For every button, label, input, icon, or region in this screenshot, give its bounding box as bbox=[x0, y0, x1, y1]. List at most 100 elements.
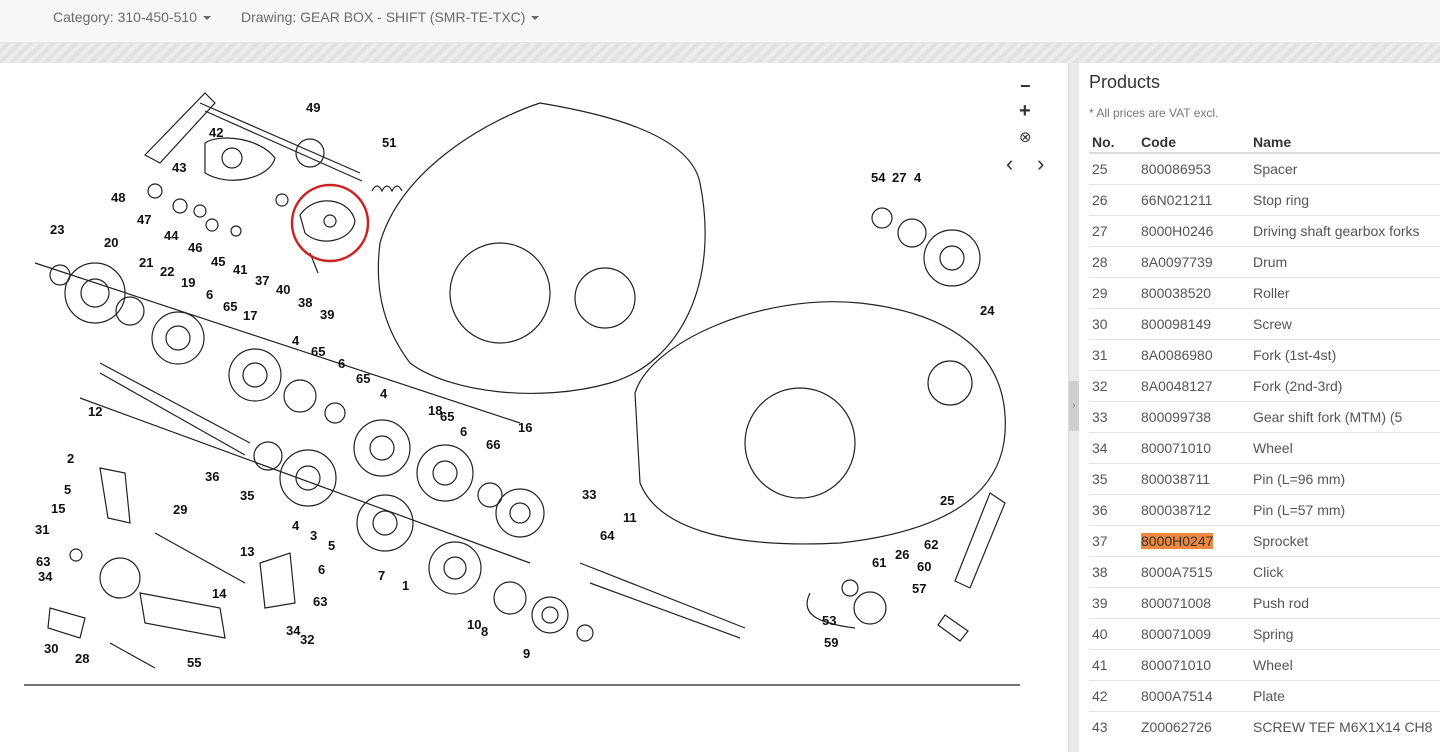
callout-label[interactable]: 6 bbox=[206, 287, 213, 302]
callout-label[interactable]: 25 bbox=[940, 493, 954, 508]
callout-label[interactable]: 26 bbox=[895, 547, 909, 562]
callout-label[interactable]: 62 bbox=[924, 537, 938, 552]
callout-label[interactable]: 4 bbox=[380, 386, 388, 401]
callout-label[interactable]: 13 bbox=[240, 544, 254, 559]
callout-label[interactable]: 5 bbox=[64, 482, 71, 497]
callout-label[interactable]: 65 bbox=[356, 371, 370, 386]
callout-label[interactable]: 34 bbox=[286, 623, 301, 638]
table-row[interactable]: 41 800071010 Wheel bbox=[1089, 649, 1440, 681]
callout-label[interactable]: 21 bbox=[139, 255, 153, 270]
table-row[interactable]: 43 Z00062726 SCREW TEF M6X1X14 CH8 bbox=[1089, 711, 1440, 742]
callout-label[interactable]: 2 bbox=[67, 451, 74, 466]
callout-label[interactable]: 32 bbox=[300, 632, 314, 647]
table-row[interactable]: 34 800071010 Wheel bbox=[1089, 432, 1440, 464]
table-row[interactable]: 28 8A0097739 Drum bbox=[1089, 246, 1440, 278]
table-row[interactable]: 27 8000H0246 Driving shaft gearbox forks bbox=[1089, 215, 1440, 247]
table-row[interactable]: 37 8000H0247 Sprocket bbox=[1089, 525, 1440, 557]
callout-label[interactable]: 4 bbox=[292, 518, 300, 533]
callout-label[interactable]: 49 bbox=[306, 100, 320, 115]
table-row[interactable]: 33 800099738 Gear shift fork (MTM) (5 bbox=[1089, 401, 1440, 433]
table-row[interactable]: 26 66N021211 Stop ring bbox=[1089, 184, 1440, 216]
table-row[interactable]: 39 800071008 Push rod bbox=[1089, 587, 1440, 619]
callout-label[interactable]: 28 bbox=[75, 651, 89, 666]
exploded-parts-diagram[interactable]: 4942514348474446454137403839232021221966… bbox=[0, 63, 1068, 752]
callout-label[interactable]: 51 bbox=[382, 135, 396, 150]
callout-label[interactable]: 3 bbox=[310, 528, 317, 543]
table-row[interactable]: 35 800038711 Pin (L=96 mm) bbox=[1089, 463, 1440, 495]
callout-label[interactable]: 33 bbox=[582, 487, 596, 502]
table-row[interactable]: 38 8000A7515 Click bbox=[1089, 556, 1440, 588]
callout-label[interactable]: 63 bbox=[36, 554, 50, 569]
callout-label[interactable]: 14 bbox=[212, 586, 227, 601]
callout-label[interactable]: 41 bbox=[233, 262, 247, 277]
table-row[interactable]: 30 800098149 Screw bbox=[1089, 308, 1440, 340]
callout-label[interactable]: 16 bbox=[518, 420, 532, 435]
zoom-in-button[interactable]: + bbox=[1019, 101, 1031, 121]
callout-label[interactable]: 46 bbox=[188, 240, 202, 255]
table-row[interactable]: 32 8A0048127 Fork (2nd-3rd) bbox=[1089, 370, 1440, 402]
table-row[interactable]: 36 800038712 Pin (L=57 mm) bbox=[1089, 494, 1440, 526]
callout-label[interactable]: 6 bbox=[338, 356, 345, 371]
callout-label[interactable]: 47 bbox=[137, 212, 151, 227]
callout-label[interactable]: 64 bbox=[600, 528, 615, 543]
callout-label[interactable]: 65 bbox=[311, 344, 325, 359]
callout-label[interactable]: 39 bbox=[320, 307, 334, 322]
callout-label[interactable]: 30 bbox=[44, 641, 58, 656]
callout-label[interactable]: 8 bbox=[481, 624, 488, 639]
collapse-handle-icon[interactable]: › bbox=[1069, 381, 1079, 431]
callout-label[interactable]: 22 bbox=[160, 264, 174, 279]
callout-label[interactable]: 15 bbox=[51, 501, 65, 516]
callout-label[interactable]: 55 bbox=[187, 655, 201, 670]
callout-label[interactable]: 9 bbox=[523, 646, 530, 661]
table-row[interactable]: 31 8A0086980 Fork (1st-4st) bbox=[1089, 339, 1440, 371]
callout-label[interactable]: 65 bbox=[223, 299, 237, 314]
callout-label[interactable]: 60 bbox=[917, 559, 931, 574]
callout-label[interactable]: 40 bbox=[276, 282, 290, 297]
reset-view-button[interactable]: ⊗ bbox=[1019, 129, 1032, 147]
callout-label[interactable]: 35 bbox=[240, 488, 254, 503]
callout-label[interactable]: 6 bbox=[460, 424, 467, 439]
callout-label[interactable]: 63 bbox=[313, 594, 327, 609]
callout-label[interactable]: 43 bbox=[172, 160, 186, 175]
callout-label[interactable]: 37 bbox=[255, 273, 269, 288]
previous-button[interactable]: ‹ bbox=[1006, 153, 1013, 175]
callout-label[interactable]: 29 bbox=[173, 502, 187, 517]
callout-label[interactable]: 42 bbox=[209, 125, 223, 140]
zoom-out-button[interactable]: − bbox=[1020, 77, 1031, 95]
drawing-dropdown[interactable]: Drawing: GEAR BOX - SHIFT (SMR-TE-TXC) bbox=[241, 9, 540, 25]
callout-label[interactable]: 27 bbox=[892, 170, 906, 185]
callout-label[interactable]: 23 bbox=[50, 222, 64, 237]
callout-label[interactable]: 10 bbox=[467, 617, 481, 632]
callout-label[interactable]: 1 bbox=[402, 578, 409, 593]
callout-label[interactable]: 66 bbox=[486, 437, 500, 452]
table-row[interactable]: 42 8000A7514 Plate bbox=[1089, 680, 1440, 712]
callout-label[interactable]: 34 bbox=[38, 569, 53, 584]
callout-label[interactable]: 53 bbox=[822, 613, 836, 628]
callout-label[interactable]: 19 bbox=[181, 275, 195, 290]
callout-label[interactable]: 12 bbox=[88, 404, 102, 419]
callout-label[interactable]: 57 bbox=[912, 581, 926, 596]
next-button[interactable]: › bbox=[1037, 153, 1044, 175]
callout-label[interactable]: 54 bbox=[871, 170, 886, 185]
callout-label[interactable]: 45 bbox=[211, 254, 225, 269]
callout-label[interactable]: 65 bbox=[440, 409, 454, 424]
callout-label[interactable]: 38 bbox=[298, 295, 312, 310]
callout-label[interactable]: 61 bbox=[872, 555, 886, 570]
callout-label[interactable]: 44 bbox=[164, 228, 179, 243]
callout-label[interactable]: 48 bbox=[111, 190, 125, 205]
table-row[interactable]: 25 800086953 Spacer bbox=[1089, 152, 1440, 185]
category-dropdown[interactable]: Category: 310-450-510 bbox=[53, 9, 211, 25]
callout-label[interactable]: 4 bbox=[292, 333, 300, 348]
callout-label[interactable]: 11 bbox=[623, 510, 637, 525]
callout-label[interactable]: 5 bbox=[328, 538, 335, 553]
table-row[interactable]: 40 800071009 Spring bbox=[1089, 618, 1440, 650]
callout-label[interactable]: 4 bbox=[914, 170, 922, 185]
callout-label[interactable]: 24 bbox=[980, 303, 995, 318]
callout-label[interactable]: 31 bbox=[35, 522, 49, 537]
callout-label[interactable]: 7 bbox=[378, 568, 385, 583]
callout-label[interactable]: 59 bbox=[824, 635, 838, 650]
callout-label[interactable]: 17 bbox=[243, 308, 257, 323]
callout-label[interactable]: 6 bbox=[318, 562, 325, 577]
table-row[interactable]: 29 800038520 Roller bbox=[1089, 277, 1440, 309]
callout-label[interactable]: 20 bbox=[104, 235, 118, 250]
